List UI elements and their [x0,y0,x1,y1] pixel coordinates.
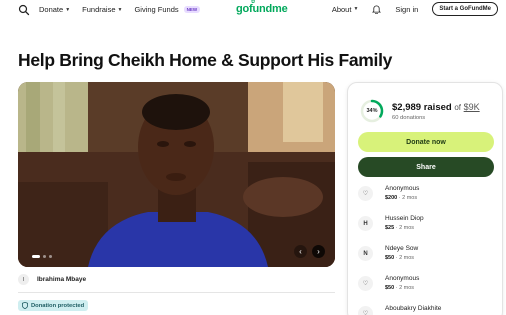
goal-amount[interactable]: $9K [464,102,480,112]
nav-left: Donate ▼ Fundraise ▼ Giving Funds NEW [39,5,201,14]
chevron-down-icon: ▼ [65,6,71,13]
donor-name: Hussein Diop [385,215,424,222]
donations-count: 60 donations [392,115,426,121]
donate-now-button[interactable]: Donate now [358,132,494,152]
shield-icon [22,302,28,309]
of-label: of [454,103,461,112]
donor-amount: $50 [385,285,395,291]
search-icon[interactable] [18,4,30,16]
sign-in-link[interactable]: Sign in [395,5,418,14]
carousel-dot[interactable] [49,255,52,258]
nav-right: About ▼ Sign in Start a GoFundMe [332,2,498,16]
carousel-dot[interactable] [43,255,46,258]
carousel-next-button[interactable]: › [312,245,325,258]
divider [18,292,335,293]
nav-fundraise-label: Fundraise [82,5,116,14]
chevron-down-icon: ▼ [117,6,123,13]
donor-initial-avatar: H [358,216,373,231]
nav-about-label: About [331,4,352,14]
donor-meta: $50 · 2 mos [385,255,415,261]
organizer-avatar: I [18,274,29,285]
donor-item: H Hussein Diop $25 · 2 mos [358,215,424,231]
donor-meta: $50 · 2 mos [385,285,415,291]
campaign-hero-image[interactable]: ‹ › [18,82,335,267]
donor-item: N Ndeye Sow $50 · 2 mos [358,245,418,261]
donor-amount: $50 [385,255,395,261]
donor-amount: $25 [385,225,395,231]
share-button[interactable]: Share [358,157,494,177]
donor-item: ♡ Aboubakry Diakhite [358,305,441,315]
organizer: I Ibrahima Mbaye [18,274,86,285]
amount-raised: $2,989 raised [392,102,452,113]
chevron-down-icon: ▼ [353,6,359,12]
new-badge: NEW [183,6,201,13]
donation-protected-badge[interactable]: Donation protected [18,300,89,311]
heart-hand-icon: ♡ [358,276,373,291]
gofundme-logo[interactable]: gofundme [236,3,288,15]
nav-giving-funds-label: Giving Funds [134,5,179,14]
amount-raised-line: $2,989 raised of $9K [392,102,480,113]
donor-name: Aboubakry Diakhite [385,305,442,312]
page-title: Help Bring Cheikh Home & Support His Fam… [18,50,393,70]
nav-donate[interactable]: Donate ▼ [39,5,70,14]
nav-donate-label: Donate [39,5,64,14]
nav-fundraise[interactable]: Fundraise ▼ [82,5,122,14]
heart-hand-icon: ♡ [358,306,373,315]
donor-name: Ndeye Sow [385,245,419,252]
top-navigation: Donate ▼ Fundraise ▼ Giving Funds NEW ✿ … [0,0,506,22]
donor-amount: $200 [385,195,398,201]
carousel-dot-active[interactable] [32,255,40,258]
donation-protected-label: Donation protected [31,302,85,309]
bell-icon[interactable] [372,4,382,14]
donor-initial-avatar: N [358,246,373,261]
donor-name: Anonymous [385,275,420,282]
donor-item: ♡ Anonymous $50 · 2 mos [358,275,419,291]
start-gofundme-button[interactable]: Start a GoFundMe [432,2,498,16]
carousel-prev-button[interactable]: ‹ [294,245,307,258]
donor-time: 2 mos [399,285,415,291]
heart-hand-icon: ♡ [358,186,373,201]
hero-photo [18,82,335,267]
donor-time: 2 mos [402,195,418,201]
nav-giving-funds[interactable]: Giving Funds NEW [134,5,201,14]
donation-card: 34% $2,989 raised of $9K 60 donations Do… [347,82,503,315]
donor-meta: $25 · 2 mos [385,225,415,231]
donor-item: ♡ Anonymous $200 · 2 mos [358,185,419,201]
donor-time: 2 mos [399,225,415,231]
carousel-dots [32,255,52,258]
donor-meta: $200 · 2 mos [385,195,418,201]
donor-time: 2 mos [399,255,415,261]
donor-name: Anonymous [385,185,420,192]
nav-about[interactable]: About ▼ [332,5,359,14]
organizer-name[interactable]: Ibrahima Mbaye [37,276,86,283]
progress-percent: 34% [366,108,378,114]
